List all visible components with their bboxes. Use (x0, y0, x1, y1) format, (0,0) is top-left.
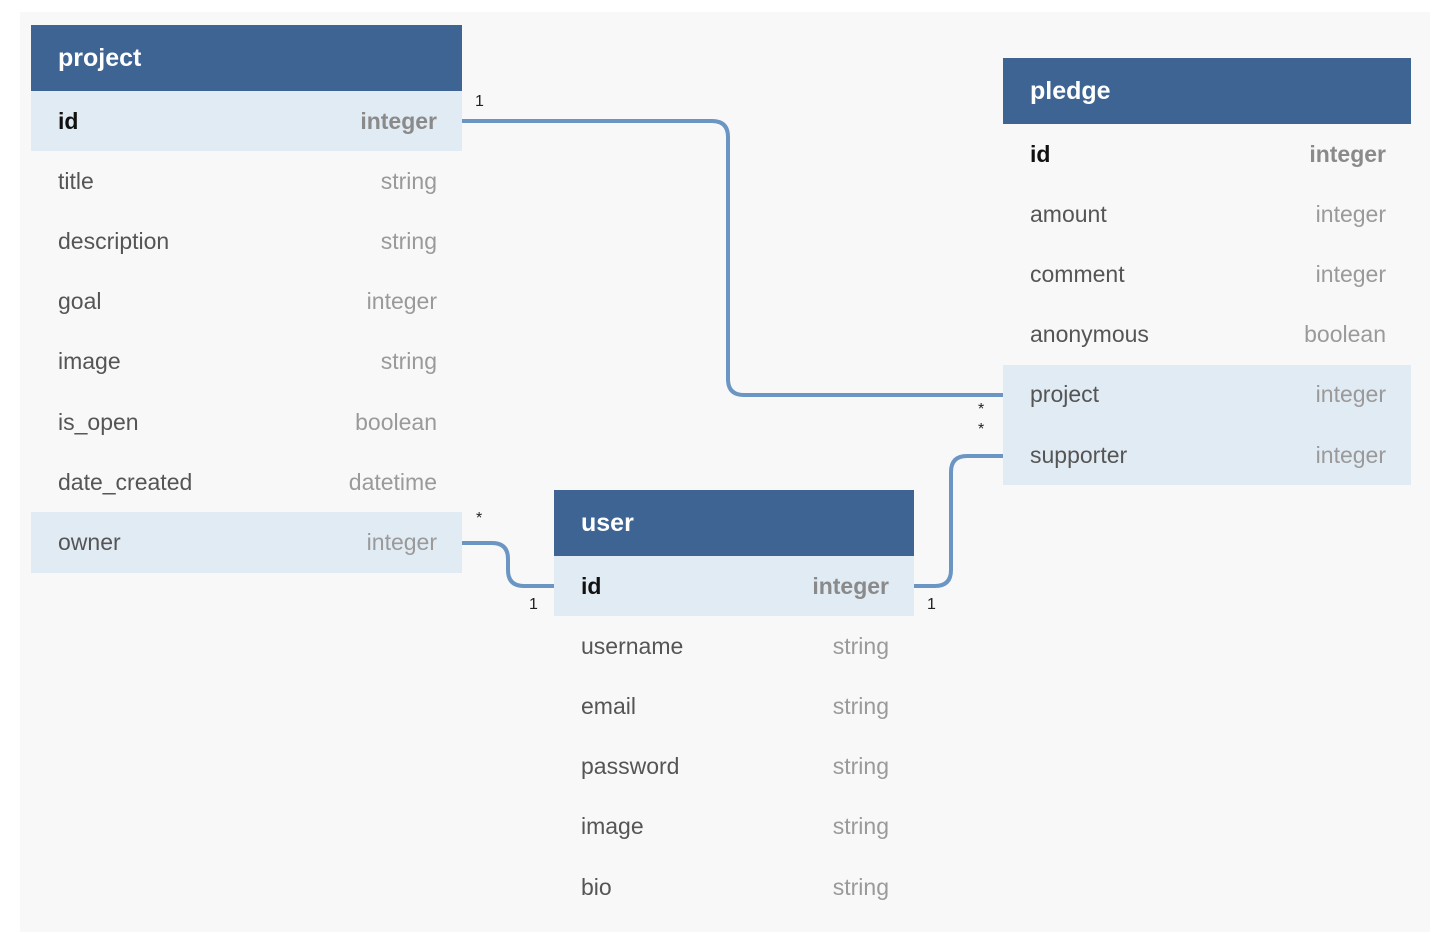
table-project[interactable]: project id integer title string descript… (31, 25, 462, 573)
field-row-id[interactable]: id integer (31, 91, 462, 152)
field-row-project[interactable]: project integer (1003, 364, 1411, 425)
field-type: string (832, 632, 889, 659)
field-row-title[interactable]: title string (31, 151, 462, 212)
field-type: integer (812, 572, 889, 599)
field-name: description (58, 227, 170, 254)
field-type: string (380, 167, 437, 194)
cardinality-many-project-owner: * (476, 510, 483, 527)
field-row-is-open[interactable]: is_open boolean (31, 391, 462, 453)
field-type: string (380, 227, 437, 254)
field-type: string (832, 813, 889, 840)
field-type: integer (360, 107, 437, 134)
field-name: image (581, 813, 644, 840)
field-type: boolean (1304, 321, 1386, 348)
field-type: integer (1315, 200, 1386, 227)
field-row-anonymous[interactable]: anonymous boolean (1003, 304, 1411, 365)
field-name: comment (1030, 260, 1125, 287)
field-name: anonymous (1030, 321, 1149, 348)
field-name: id (58, 107, 79, 134)
field-row-amount[interactable]: amount integer (1003, 184, 1411, 245)
table-user[interactable]: user id integer username string email st… (554, 490, 914, 918)
field-row-goal[interactable]: goal integer (31, 271, 462, 332)
field-type: integer (366, 288, 437, 315)
field-name: goal (58, 288, 102, 315)
field-type: integer (1309, 140, 1386, 167)
field-row-email[interactable]: email string (554, 676, 914, 737)
field-row-supporter[interactable]: supporter integer (1003, 424, 1411, 486)
cardinality-many-pledge-project: * (978, 401, 985, 418)
table-header-project[interactable]: project (31, 25, 462, 91)
table-header-pledge[interactable]: pledge (1003, 58, 1411, 124)
field-name: is_open (58, 408, 139, 435)
field-name: password (581, 753, 680, 780)
cardinality-one-project-id: 1 (475, 93, 484, 110)
field-type: integer (1315, 260, 1386, 287)
cardinality-one-user-id-left: 1 (529, 596, 538, 613)
field-name: id (1030, 140, 1051, 167)
field-type: string (832, 753, 889, 780)
field-type: string (380, 348, 437, 375)
field-row-comment[interactable]: comment integer (1003, 244, 1411, 305)
field-row-image[interactable]: image string (554, 796, 914, 857)
field-row-description[interactable]: description string (31, 211, 462, 272)
field-type: string (832, 692, 889, 719)
field-type: datetime (348, 468, 437, 495)
field-type: string (832, 873, 889, 900)
table-pledge[interactable]: pledge id integer amount integer comment… (1003, 58, 1411, 486)
field-row-id[interactable]: id integer (554, 556, 914, 617)
field-name: owner (58, 528, 121, 555)
field-row-date-created[interactable]: date_created datetime (31, 452, 462, 513)
field-name: image (58, 348, 121, 375)
field-row-id[interactable]: id integer (1003, 124, 1411, 185)
field-row-owner[interactable]: owner integer (31, 512, 462, 573)
field-row-password[interactable]: password string (554, 736, 914, 797)
field-row-bio[interactable]: bio string (554, 856, 914, 918)
table-header-user[interactable]: user (554, 490, 914, 556)
field-name: email (581, 692, 636, 719)
field-type: integer (366, 528, 437, 555)
field-name: amount (1030, 200, 1107, 227)
field-name: bio (581, 873, 612, 900)
field-type: integer (1315, 441, 1386, 468)
field-name: title (58, 167, 94, 194)
field-name: project (1030, 381, 1100, 408)
field-name: username (581, 632, 684, 659)
cardinality-many-pledge-supporter: * (978, 421, 985, 438)
field-row-username[interactable]: username string (554, 616, 914, 677)
field-name: supporter (1030, 441, 1128, 468)
field-name: id (581, 572, 602, 599)
field-type: integer (1315, 381, 1386, 408)
field-type: boolean (355, 408, 437, 435)
cardinality-one-user-id-right: 1 (927, 596, 936, 613)
field-row-image[interactable]: image string (31, 331, 462, 392)
field-name: date_created (58, 468, 193, 495)
